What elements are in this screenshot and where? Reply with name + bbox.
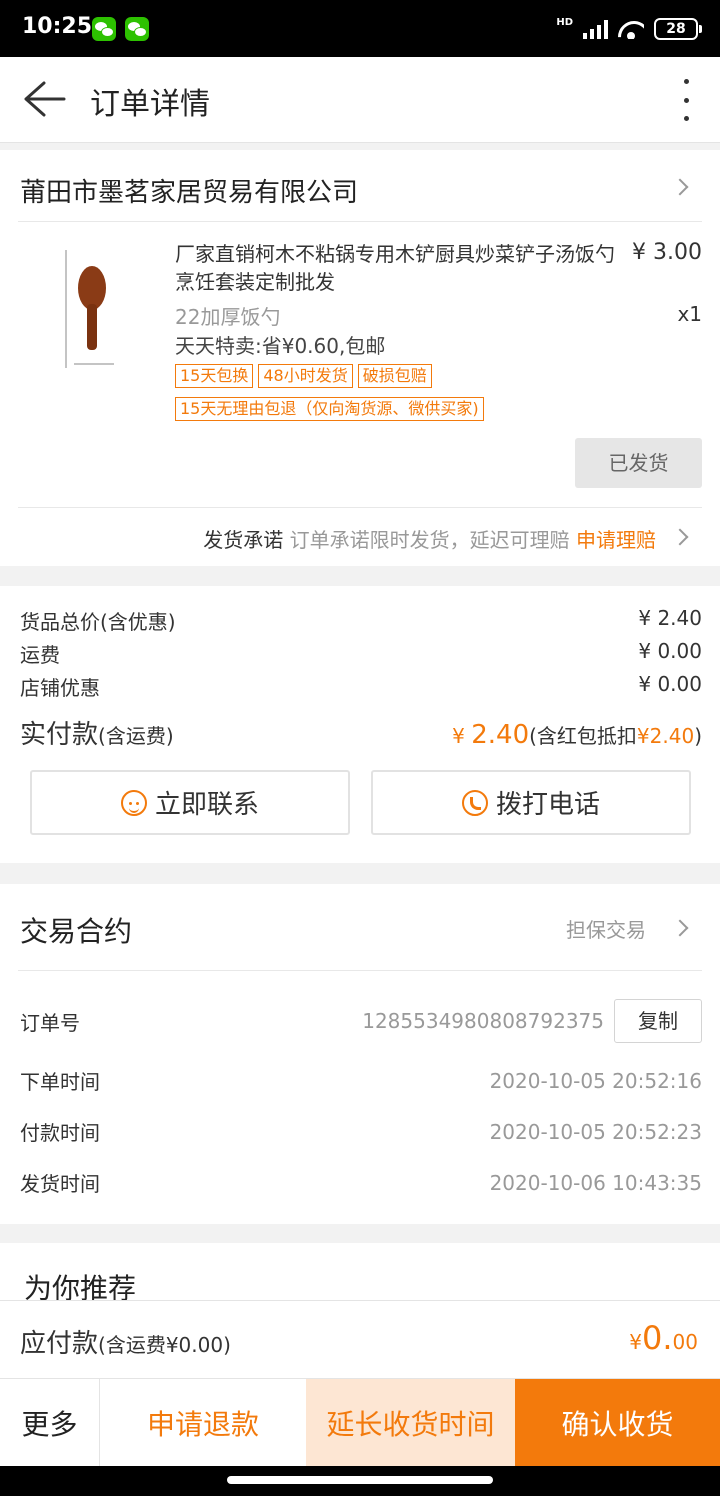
price-summary-card: 货品总价(含优惠) ¥ 2.40 运费 ¥ 0.00 店铺优惠 ¥ 0.00 实… [0,586,720,863]
ship-time-row: 发货时间 2020-10-06 10:43:35 [20,1168,702,1197]
goods-total-label: 货品总价(含优惠) [20,610,176,634]
shop-order-card: 莆田市墨茗家居贸易有限公司 厂家直销柯木不粘锅专用木铲厨具炒菜铲子汤饭勺烹饪套装… [0,150,720,566]
confirm-receipt-button[interactable]: 确认收货 [515,1379,720,1467]
contract-type[interactable]: 担保交易 [566,914,646,943]
shipping-fee-row: 运费 ¥ 0.00 [20,639,702,668]
order-info-card: 交易合约 担保交易 订单号 1285534980808792375 复制 下单时… [0,884,720,1224]
back-button[interactable] [22,79,66,119]
ship-time-label: 发货时间 [20,1172,100,1196]
product-sku: 22加厚饭勺 [175,305,281,329]
network-type: HD [556,17,573,28]
service-tags-line2: 15天无理由包退（仅向淘货源、微供买家) [175,397,484,421]
service-tag: 破损包赔 [357,364,432,388]
service-tag: 15天包换 [175,364,254,388]
wifi-icon [618,19,644,39]
product-quantity: x1 [677,302,702,326]
chat-icon [120,789,147,816]
shipping-promise[interactable]: 发货承诺 订单承诺限时发货，延迟可理赔 申请理赔 [203,524,656,553]
shop-discount-row: 店铺优惠 ¥ 0.00 [20,672,702,701]
shop-discount-value: ¥ 0.00 [638,672,702,696]
service-tags: 15天包换 48小时发货 破损包赔 [175,364,432,388]
page-title: 订单详情 [90,87,210,122]
battery-icon: 28 [654,18,702,40]
actual-paid-label: 实付款(含运费) [20,720,174,750]
order-time-label: 下单时间 [20,1070,100,1094]
wechat-notification-icon [125,17,149,41]
signal-icon [583,19,608,39]
amount-due-value: ¥0.00 [629,1319,698,1357]
pay-time-value: 2020-10-05 20:52:23 [489,1119,702,1144]
copy-order-number-button[interactable]: 复制 [614,999,702,1043]
goods-total-row: 货品总价(含优惠) ¥ 2.40 [20,606,702,635]
chevron-right-icon[interactable] [671,919,689,937]
more-options-button[interactable] [682,79,690,121]
chevron-right-icon[interactable] [671,528,689,546]
amount-due-bar: 应付款(含运费¥0.00) ¥0.00 [0,1300,720,1378]
promise-key: 发货承诺 [203,528,284,552]
gesture-nav-bar [0,1466,720,1496]
pay-time-label: 付款时间 [20,1121,100,1145]
pay-time-row: 付款时间 2020-10-05 20:52:23 [20,1117,702,1146]
order-number-label: 订单号 [20,1010,80,1035]
order-time-row: 下单时间 2020-10-05 20:52:16 [20,1066,702,1095]
shop-discount-label: 店铺优惠 [20,676,100,700]
contact-seller-button[interactable]: 立即联系 [30,770,350,835]
status-time: 10:25 [22,14,93,39]
order-number-value: 1285534980808792375 [362,1009,604,1033]
more-button[interactable]: 更多 [0,1379,100,1467]
product-title[interactable]: 厂家直销柯木不粘锅专用木铲厨具炒菜铲子汤饭勺烹饪套装定制批发 [175,240,620,296]
shipped-status-badge: 已发货 [575,438,702,488]
extend-receipt-button[interactable]: 延长收货时间 [306,1379,515,1467]
ship-time-value: 2020-10-06 10:43:35 [489,1170,702,1195]
status-bar: 10:25 HD 28 [0,0,720,57]
call-seller-label: 拨打电话 [495,790,600,820]
chevron-right-icon[interactable] [671,178,689,196]
wechat-notification-icon [92,17,116,41]
promise-desc: 订单承诺限时发货，延迟可理赔 [289,528,570,552]
shop-name[interactable]: 莆田市墨茗家居贸易有限公司 [20,172,358,209]
contract-title: 交易合约 [20,915,133,948]
actual-paid-row: 实付款(含运费) ¥ 2.40(含红包抵扣¥2.40) [20,714,702,751]
service-tag: 48小时发货 [258,364,353,388]
product-promo: 天天特卖:省¥0.60,包邮 [175,334,386,358]
order-number-row: 订单号 1285534980808792375 复制 [20,999,702,1043]
apply-claim-link[interactable]: 申请理赔 [576,528,656,552]
bottom-action-bar: 更多 申请退款 延长收货时间 确认收货 [0,1378,720,1467]
back-arrow-icon [24,81,66,117]
product-price: ¥ 3.00 [632,240,702,265]
nav-bar: 订单详情 [0,57,720,143]
actual-paid-value: ¥ 2.40(含红包抵扣¥2.40) [452,720,702,750]
home-indicator[interactable] [227,1476,493,1484]
amount-due-label: 应付款(含运费¥0.00) [20,1329,231,1359]
call-seller-button[interactable]: 拨打电话 [371,770,691,835]
service-tag: 15天无理由包退（仅向淘货源、微供买家) [175,397,484,421]
goods-total-value: ¥ 2.40 [638,606,702,630]
recommendations-section: 为你推荐 [0,1243,720,1305]
order-time-value: 2020-10-05 20:52:16 [489,1068,702,1093]
product-image[interactable] [34,238,144,388]
contact-seller-label: 立即联系 [154,790,259,820]
shipping-fee-label: 运费 [20,643,60,667]
phone-icon [461,789,488,816]
request-refund-button[interactable]: 申请退款 [100,1379,306,1467]
shipping-fee-value: ¥ 0.00 [638,639,702,663]
